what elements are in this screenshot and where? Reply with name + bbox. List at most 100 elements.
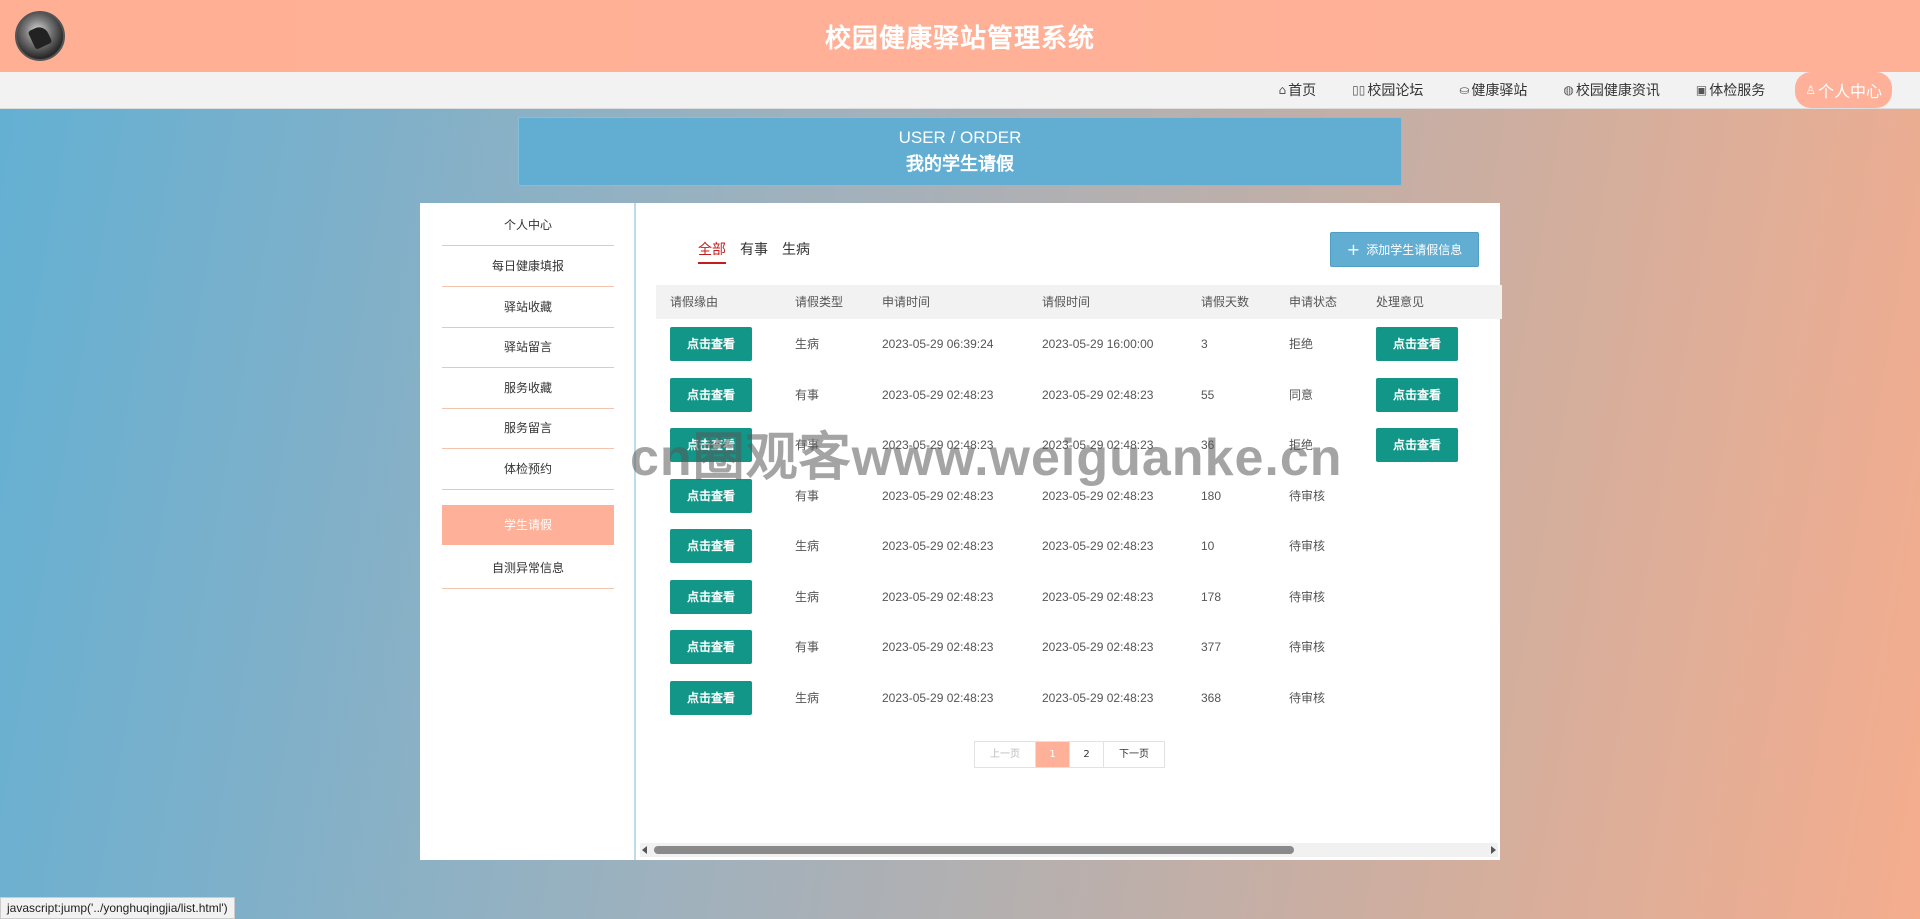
home-icon: ⌂ — [1278, 83, 1287, 97]
view-opinion-button[interactable]: 点击查看 — [1376, 428, 1458, 462]
sidebar-item-7[interactable]: 学生请假 — [442, 505, 614, 545]
cell-apply-time: 2023-05-29 02:48:23 — [882, 589, 994, 604]
add-leave-button[interactable]: + 添加学生请假信息 — [1330, 232, 1479, 267]
cell-status: 待审核 — [1289, 640, 1326, 654]
view-reason-button[interactable]: 点击查看 — [670, 579, 752, 614]
cell-days: 3 — [1201, 337, 1208, 351]
nav-item-label: 校园健康资讯 — [1575, 83, 1660, 99]
cell-type: 生病 — [795, 337, 820, 351]
cell-leave-time: 2023-05-29 02:48:23 — [1042, 387, 1154, 402]
sidebar-item-1[interactable]: 每日健康填报 — [442, 246, 614, 287]
nav-item-label: 校园论坛 — [1367, 83, 1424, 99]
user-icon: ♙ — [1805, 83, 1816, 97]
cell-days: 10 — [1201, 539, 1215, 553]
sidebar-item-4[interactable]: 服务收藏 — [442, 368, 614, 409]
cell-status: 同意 — [1289, 387, 1314, 402]
sidebar-item-5[interactable]: 服务留言 — [442, 408, 614, 449]
top-header: 校园健康驿站管理系统 — [0, 0, 1920, 72]
cell-status: 拒绝 — [1289, 337, 1314, 351]
table-body: 点击查看 生病 2023-05-29 06:39:24 2023-05-29 16:0… — [656, 319, 1502, 723]
pager-page-1[interactable]: 1 — [1036, 742, 1070, 767]
page-breadcrumb: USER / ORDER 我的学生请假 — [518, 117, 1402, 186]
view-reason-button[interactable]: 点击查看 — [670, 529, 752, 563]
plus-icon: + — [1346, 240, 1361, 259]
cell-leave-time: 2023-05-29 02:48:23 — [1042, 640, 1154, 654]
cell-days: 368 — [1201, 690, 1222, 705]
nav-bar: ⌂ 首页 ▯▯ 校园论坛 ⛀ 健康驿站 ◍ 校园健康资讯 ▣ 体检服务 ♙ 个人中心 — [0, 72, 1920, 109]
sidebar-item-8[interactable]: 自测异常信息 — [442, 548, 614, 589]
main-panel: 全部 有事 生病 + 添加学生请假信息 请假缘由 请假类型 申请时间 请假时间 请假天数 申请状… — [634, 203, 1502, 860]
column-header-2: 申请时间 — [882, 295, 931, 309]
tab-1[interactable]: 有事 — [740, 239, 768, 264]
site-title: 校园健康驿站管理系统 — [824, 24, 1095, 54]
cell-apply-time: 2023-05-29 02:48:23 — [882, 690, 994, 705]
table-row: 点击查看 有事 2023-05-29 02:48:23 2023-05-29 02:4… — [656, 622, 1502, 673]
cell-leave-time: 2023-05-29 02:48:23 — [1042, 539, 1154, 553]
nav-item-label: 首页 — [1288, 83, 1317, 99]
breadcrumb-en: USER / ORDER — [898, 128, 1022, 147]
pager-prev-button[interactable]: 上一页 — [975, 742, 1036, 767]
sidebar: 个人中心 每日健康填报 驿站收藏 驿站留言 服务收藏 服务留言 体检预约学生请假 自测异常信息 — [420, 203, 634, 860]
nav-item-label: 个人中心 — [1817, 82, 1882, 101]
station-icon: ⛀ — [1459, 83, 1470, 97]
pager-next-button[interactable]: 下一页 — [1104, 742, 1164, 767]
scroll-left-icon[interactable] — [642, 846, 647, 854]
nav-item-2[interactable]: ⛀ 健康驿站 — [1459, 80, 1527, 100]
column-header-4: 请假天数 — [1201, 295, 1250, 309]
status-bar-url: javascript:jump('../yonghuqingjia/list.h… — [0, 897, 235, 919]
column-header-0: 请假缘由 — [670, 295, 719, 309]
horizontal-scrollbar[interactable] — [640, 843, 1498, 857]
filter-tabs: 全部 有事 生病 — [698, 239, 824, 264]
tab-0[interactable]: 全部 — [698, 239, 726, 264]
cell-leave-time: 2023-05-29 02:48:23 — [1042, 690, 1154, 705]
tab-2[interactable]: 生病 — [782, 239, 810, 264]
column-header-3: 请假时间 — [1042, 295, 1091, 309]
nav-items: ⌂ 首页 ▯▯ 校园论坛 ⛀ 健康驿站 ◍ 校园健康资讯 ▣ 体检服务 ♙ 个人中心 — [1242, 72, 1892, 108]
column-header-6: 处理意见 — [1376, 295, 1425, 309]
nav-item-label: 体检服务 — [1709, 83, 1766, 99]
cell-days: 55 — [1201, 387, 1215, 402]
pagination: 上一页 1 2 下一页 — [974, 741, 1165, 768]
cell-days: 178 — [1201, 589, 1222, 604]
nav-item-personal-center[interactable]: ♙ 个人中心 — [1795, 72, 1892, 108]
table-row: 点击查看 生病 2023-05-29 02:48:23 2023-05-29 02:4… — [656, 521, 1502, 572]
scroll-thumb[interactable] — [654, 846, 1294, 854]
view-reason-button[interactable]: 点击查看 — [670, 680, 752, 715]
view-reason-button[interactable]: 点击查看 — [670, 377, 752, 412]
nav-item-1[interactable]: ▯▯ 校园论坛 — [1352, 80, 1423, 100]
cell-type: 生病 — [795, 589, 820, 604]
cell-leave-time: 2023-05-29 16:00:00 — [1042, 337, 1154, 351]
view-opinion-button[interactable]: 点击查看 — [1376, 377, 1458, 412]
pager-page-2[interactable]: 2 — [1070, 742, 1104, 767]
cell-type: 生病 — [795, 690, 820, 705]
table-row: 点击查看 生病 2023-05-29 02:48:23 2023-05-29 02:4… — [656, 673, 1502, 724]
cell-apply-time: 2023-05-29 06:39:24 — [882, 337, 994, 351]
table-row: 点击查看 生病 2023-05-29 02:48:23 2023-05-29 02:4… — [656, 572, 1502, 623]
leave-table: 请假缘由 请假类型 申请时间 请假时间 请假天数 申请状态 处理意见 点击查看 生病 2023-… — [656, 285, 1502, 723]
cell-apply-time: 2023-05-29 02:48:23 — [882, 539, 994, 553]
cell-days: 377 — [1201, 640, 1222, 654]
cell-type: 有事 — [795, 640, 820, 654]
sidebar-item-3[interactable]: 驿站留言 — [442, 327, 614, 368]
cell-apply-time: 2023-05-29 02:48:23 — [882, 640, 994, 654]
cell-apply-time: 2023-05-29 02:48:23 — [882, 387, 994, 402]
sidebar-item-0[interactable]: 个人中心 — [442, 205, 614, 246]
nav-item-label: 健康驿站 — [1471, 83, 1528, 99]
view-opinion-button[interactable]: 点击查看 — [1376, 327, 1458, 361]
cell-status: 待审核 — [1289, 539, 1326, 553]
add-leave-label: 添加学生请假信息 — [1366, 243, 1463, 257]
service-icon: ▣ — [1695, 83, 1708, 97]
table-header: 请假缘由 请假类型 申请时间 请假时间 请假天数 申请状态 处理意见 — [656, 285, 1502, 319]
view-reason-button[interactable]: 点击查看 — [670, 630, 752, 664]
view-reason-button[interactable]: 点击查看 — [670, 327, 752, 361]
nav-item-3[interactable]: ◍ 校园健康资讯 — [1563, 80, 1659, 100]
cell-status: 待审核 — [1289, 690, 1326, 705]
nav-item-4[interactable]: ▣ 体检服务 — [1696, 80, 1765, 100]
sidebar-item-2[interactable]: 驿站收藏 — [442, 287, 614, 328]
cell-type: 有事 — [795, 387, 820, 402]
nav-item-0[interactable]: ⌂ 首页 — [1278, 80, 1316, 100]
table-row: 点击查看 有事 2023-05-29 02:48:23 2023-05-29 02:4… — [656, 370, 1502, 421]
scroll-right-icon[interactable] — [1491, 846, 1496, 854]
sidebar-item-6[interactable]: 体检预约 — [442, 449, 614, 490]
globe-icon: ◍ — [1563, 83, 1574, 97]
